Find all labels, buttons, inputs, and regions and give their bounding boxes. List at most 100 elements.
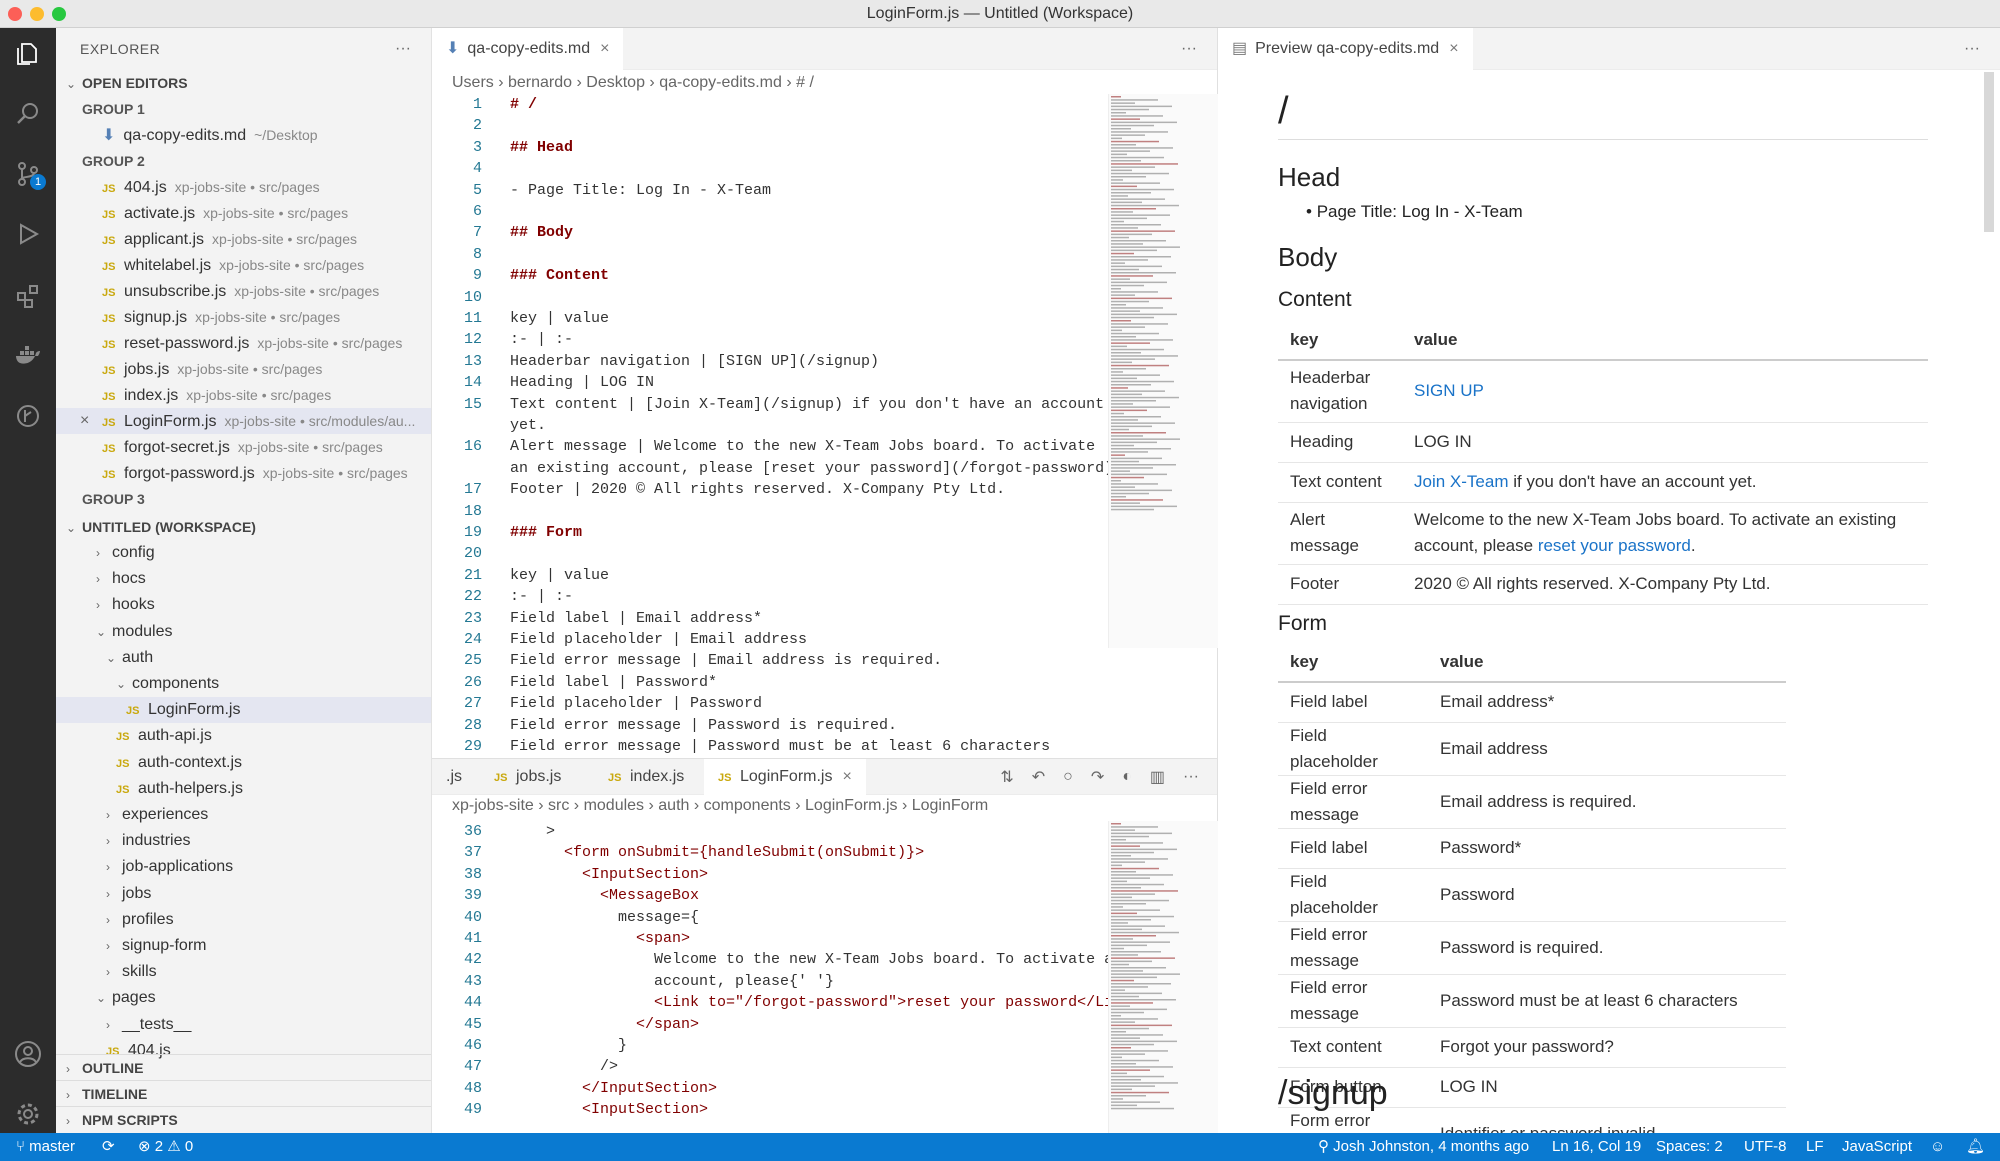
close-editor-icon[interactable]: × bbox=[80, 408, 89, 434]
breadcrumb-item[interactable]: Users bbox=[452, 74, 494, 91]
code-line[interactable]: 17 Footer | 2020 © All rights reserved. X… bbox=[432, 479, 1112, 500]
code-line[interactable]: 16 Alert message | Welcome to the new X-T… bbox=[432, 436, 1112, 457]
file-item[interactable]: JS auth-api.js bbox=[56, 723, 431, 749]
close-tab-icon[interactable]: × bbox=[842, 768, 851, 785]
changes-icon[interactable]: ○ bbox=[1063, 768, 1073, 786]
git-blame-status[interactable]: ⚲ Josh Johnston, 4 months ago bbox=[1318, 1133, 1529, 1161]
search-icon[interactable] bbox=[10, 96, 46, 132]
code-line[interactable]: 38 <InputSection> bbox=[432, 864, 1108, 885]
editor-more-icon[interactable]: ··· bbox=[1183, 768, 1199, 786]
markdown-editor[interactable]: ⬇ qa-copy-edits.md × ··· Users › bernardo … bbox=[432, 28, 1218, 758]
more-actions-icon[interactable]: ··· bbox=[395, 28, 411, 70]
workspace-header[interactable]: ⌄ UNTITLED (WORKSPACE) bbox=[56, 514, 431, 540]
zoom-window-button[interactable] bbox=[52, 7, 66, 21]
folder-item[interactable]: › config bbox=[56, 540, 431, 566]
js-editor[interactable]: .js JS jobs.js JS index.js JS LoginForm.js × ⇅ … bbox=[432, 758, 1218, 1134]
preview-more-icon[interactable]: ··· bbox=[1964, 28, 1980, 70]
code-line[interactable]: 29 Field error message | Password must be… bbox=[432, 736, 1112, 757]
code-line[interactable]: 1 # / bbox=[432, 94, 1112, 115]
explorer-icon[interactable] bbox=[10, 36, 46, 72]
code-line[interactable]: 46 } bbox=[432, 1035, 1108, 1056]
code-line[interactable]: 15 Text content | [Join X-Team](/signup) … bbox=[432, 394, 1112, 415]
npm-scripts-section[interactable]: › NPM SCRIPTS bbox=[56, 1106, 431, 1132]
code-line[interactable]: 12:- | :- bbox=[432, 329, 1112, 350]
folder-item[interactable]: › signup-form bbox=[56, 933, 431, 959]
code-line[interactable]: 20 bbox=[432, 543, 1112, 564]
code-line[interactable]: 49 <InputSection> bbox=[432, 1099, 1108, 1120]
notifications-icon[interactable]: 🔔︎ bbox=[1966, 1133, 1985, 1161]
code-line[interactable]: 26 Field label | Password* bbox=[432, 672, 1112, 693]
breadcrumb-item[interactable]: LoginForm.js bbox=[805, 797, 897, 814]
breadcrumb-item[interactable]: xp-jobs-site bbox=[452, 797, 534, 814]
open-editor-item[interactable]: JS applicant.js xp-jobs-site • src/pages bbox=[56, 226, 431, 252]
branch-status[interactable]: ⑂ master bbox=[16, 1133, 75, 1161]
breadcrumb-item[interactable]: Desktop bbox=[586, 74, 645, 91]
breadcrumb-item[interactable]: components bbox=[704, 797, 791, 814]
code-line[interactable]: 10 bbox=[432, 287, 1112, 308]
folder-item[interactable]: ⌄ pages bbox=[56, 985, 431, 1011]
code-line[interactable]: 18 bbox=[432, 501, 1112, 522]
open-editor-item[interactable]: JS whitelabel.js xp-jobs-site • src/pages bbox=[56, 252, 431, 278]
encoding-status[interactable]: UTF-8 bbox=[1744, 1133, 1787, 1161]
language-status[interactable]: JavaScript bbox=[1842, 1133, 1912, 1161]
file-item[interactable]: JS auth-context.js bbox=[56, 750, 431, 776]
code-line[interactable]: 5- Page Title: Log In - X-Team bbox=[432, 180, 1112, 201]
folder-item[interactable]: › job-applications bbox=[56, 854, 431, 880]
indentation-status[interactable]: Spaces: 2 bbox=[1656, 1133, 1723, 1161]
preview-link[interactable]: Join X-Team bbox=[1414, 472, 1508, 491]
group-3-header[interactable]: GROUP 3 bbox=[82, 486, 145, 512]
open-editor-item[interactable]: JS index.js xp-jobs-site • src/pages bbox=[56, 382, 431, 408]
open-editor-item[interactable]: JS forgot-password.js xp-jobs-site • src/p… bbox=[56, 460, 431, 486]
folder-item[interactable]: › hocs bbox=[56, 566, 431, 592]
code-line[interactable]: 23 Field label | Email address* bbox=[432, 608, 1112, 629]
cursor-position[interactable]: Ln 16, Col 19 bbox=[1552, 1133, 1641, 1161]
open-editor-item[interactable]: × JS LoginForm.js xp-jobs-site • src/module… bbox=[56, 408, 431, 434]
group-2-header[interactable]: GROUP 2 bbox=[82, 148, 145, 174]
tab-LoginForm-js[interactable]: JS LoginForm.js × bbox=[704, 759, 866, 795]
sync-icon[interactable]: ⟳ bbox=[102, 1133, 115, 1161]
folder-item[interactable]: ⌄ modules bbox=[56, 619, 431, 645]
tab-qa-copy-edits[interactable]: ⬇ qa-copy-edits.md × bbox=[432, 28, 624, 70]
code-line[interactable]: 3 ## Head bbox=[432, 137, 1112, 158]
open-editor-item[interactable]: JS unsubscribe.js xp-jobs-site • src/pages bbox=[56, 278, 431, 304]
code-line[interactable]: 13 Headerbar navigation | [SIGN UP](/sign… bbox=[432, 351, 1112, 372]
open-editor-item[interactable]: JS 404.js xp-jobs-site • src/pages bbox=[56, 174, 431, 200]
editor-more-icon[interactable]: ··· bbox=[1181, 28, 1197, 70]
tab-preview[interactable]: ▤ Preview qa-copy-edits.md × bbox=[1218, 28, 1473, 70]
split-editor-icon[interactable]: ▥ bbox=[1150, 767, 1165, 787]
folder-item[interactable]: › industries bbox=[56, 828, 431, 854]
open-editor-item[interactable]: JS forgot-secret.js xp-jobs-site • src/pag… bbox=[56, 434, 431, 460]
code-line[interactable]: 42 Welcome to the new X-Team Jobs board.… bbox=[432, 949, 1108, 970]
git-history-icon[interactable] bbox=[10, 398, 46, 434]
close-window-button[interactable] bbox=[8, 7, 22, 21]
code-area-2[interactable]: 36 >37 <form onSubmit={handleSubmit(onSu… bbox=[432, 821, 1108, 1134]
minimap[interactable] bbox=[1108, 94, 1218, 648]
minimize-window-button[interactable] bbox=[30, 7, 44, 21]
breadcrumb-item[interactable]: src bbox=[548, 797, 569, 814]
outline-section[interactable]: › OUTLINE bbox=[56, 1054, 431, 1080]
code-line[interactable]: 22:- | :- bbox=[432, 586, 1112, 607]
open-editors-header[interactable]: ⌄ OPEN EDITORS bbox=[56, 70, 431, 96]
tab-index-js[interactable]: JS index.js bbox=[594, 759, 698, 795]
open-editor-item[interactable]: JS reset-password.js xp-jobs-site • src/pa… bbox=[56, 330, 431, 356]
timeline-section[interactable]: › TIMELINE bbox=[56, 1080, 431, 1106]
code-line[interactable]: an existing account, please [reset your … bbox=[432, 458, 1112, 479]
code-line[interactable]: 25 Field error message | Email address is… bbox=[432, 650, 1112, 671]
code-line[interactable]: 14 Heading | LOG IN bbox=[432, 372, 1112, 393]
breadcrumb-item[interactable]: bernardo bbox=[508, 74, 572, 91]
code-line[interactable]: 7 ## Body bbox=[432, 222, 1112, 243]
code-line[interactable]: 37 <form onSubmit={handleSubmit(onSubmit… bbox=[432, 842, 1108, 863]
source-control-icon[interactable]: 1 bbox=[10, 156, 46, 192]
tab-jobs-js[interactable]: JS jobs.js bbox=[480, 759, 575, 795]
docker-icon[interactable] bbox=[10, 338, 46, 374]
code-line[interactable]: 11 key | value bbox=[432, 308, 1112, 329]
preview-scrollbar[interactable] bbox=[1984, 72, 1994, 232]
code-line[interactable]: 8 bbox=[432, 244, 1112, 265]
folder-item[interactable]: › experiences bbox=[56, 802, 431, 828]
breadcrumb-item[interactable]: LoginForm bbox=[912, 797, 988, 814]
breadcrumb-item[interactable]: qa-copy-edits.md bbox=[659, 74, 782, 91]
file-item[interactable]: JS auth-helpers.js bbox=[56, 776, 431, 802]
code-line[interactable]: 39 <MessageBox bbox=[432, 885, 1108, 906]
code-line[interactable]: 43 account, please{' '} bbox=[432, 971, 1108, 992]
go-forward-icon[interactable]: ↷ bbox=[1091, 767, 1104, 787]
